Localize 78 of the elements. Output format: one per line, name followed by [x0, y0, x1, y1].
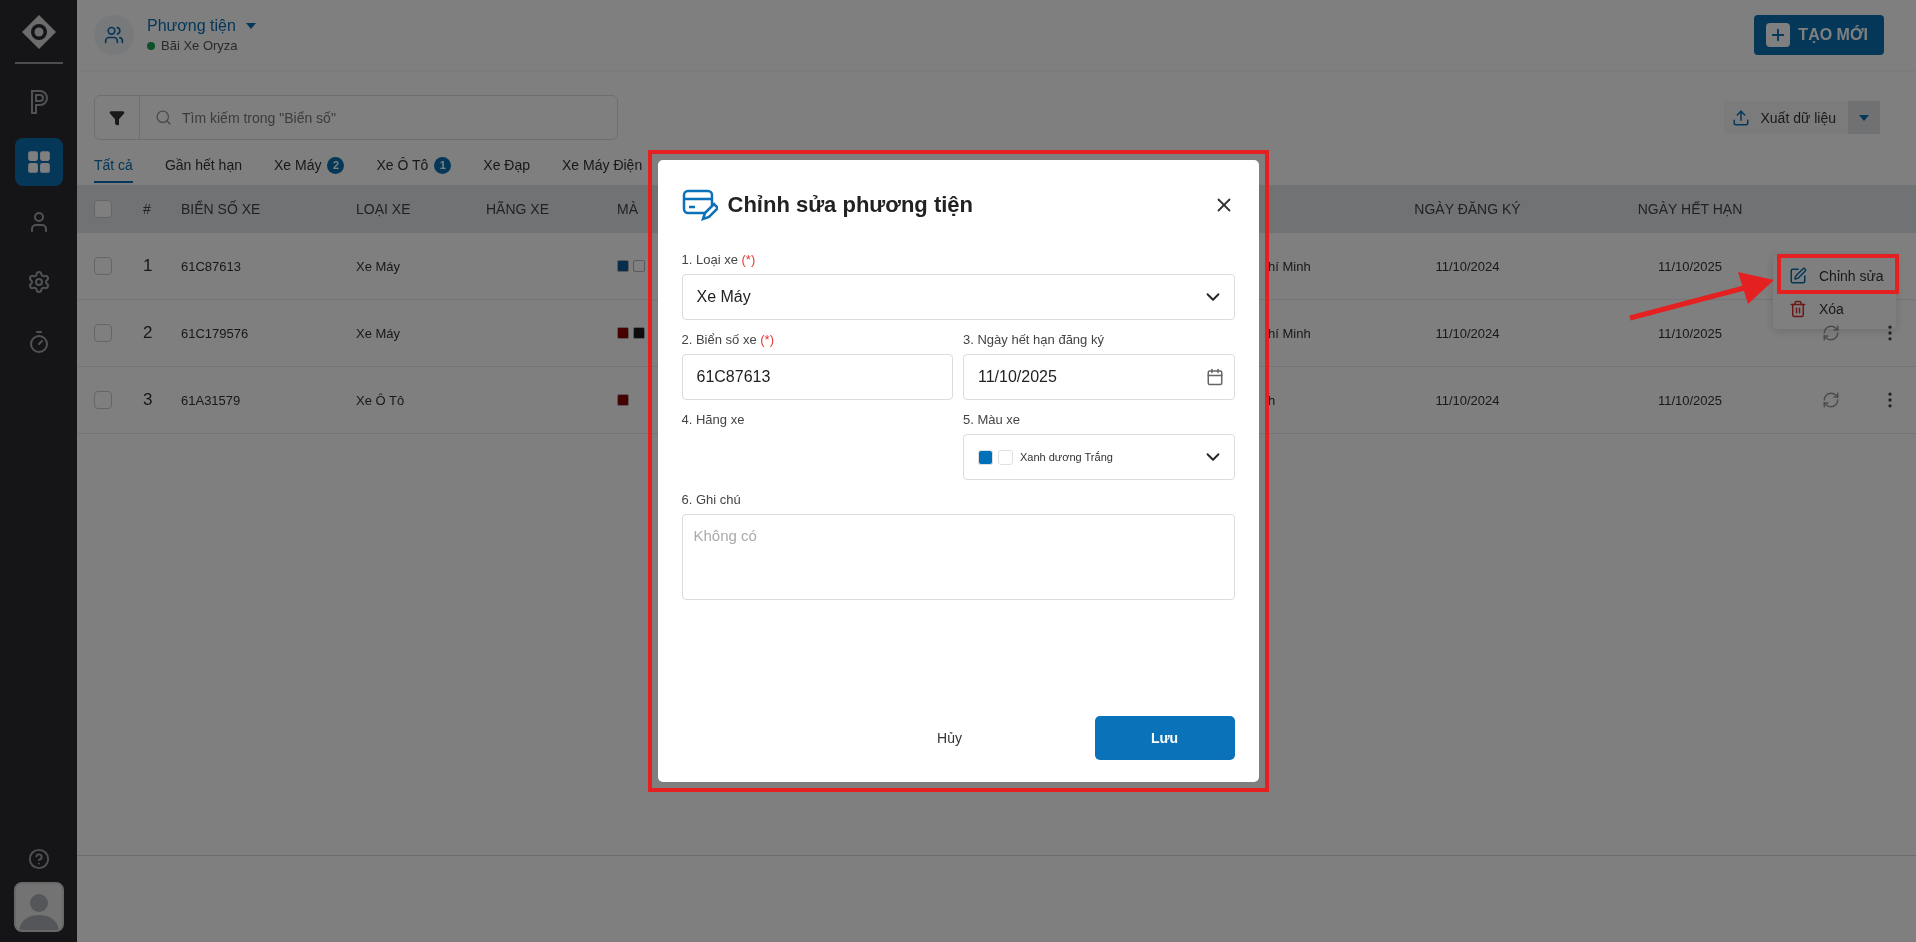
row-checkbox[interactable] — [94, 257, 112, 275]
table-cell-text: 11/10/2025 — [1656, 258, 1724, 274]
table-cell-text: Xe Ô Tô — [356, 392, 406, 408]
search-input-field[interactable]: Tìm kiếm trong "Biển số" — [172, 108, 617, 127]
search-field[interactable]: Tìm kiếm trong "Biển số" — [94, 95, 618, 140]
column-header: # — [143, 201, 151, 217]
tab[interactable]: Xe Ô Tô 1 — [376, 153, 452, 183]
tab[interactable]: Xe Máy Điện — [562, 153, 643, 183]
table-cell-text: 2 — [143, 323, 154, 343]
refresh-icon[interactable] — [1822, 324, 1840, 342]
table-cell-text: 61A31579 — [181, 392, 242, 408]
table-cell-text: hí Minh — [1268, 325, 1312, 341]
field-label: 3. Ngày hết hạn đăng ký — [963, 332, 1105, 347]
create-button[interactable]: TẠO MỚI — [1754, 15, 1884, 55]
tab[interactable]: Gần hết hạn — [164, 153, 242, 183]
refresh-icon[interactable] — [1822, 391, 1840, 409]
column-header: NGÀY HẾT HẠN — [1637, 201, 1743, 217]
caret-icon[interactable] — [245, 23, 256, 29]
table-cell-text: 1 — [143, 256, 154, 276]
date-field[interactable]: 11/10/2025 — [963, 354, 1235, 400]
settings-icon — [26, 270, 51, 294]
card-edit-icon — [681, 188, 718, 222]
table-cell-text: 11/10/2024 — [1434, 325, 1501, 341]
logo-icon — [20, 14, 57, 50]
table-cell-text: 61C87613 — [181, 258, 242, 274]
table-cell-text: 11/10/2025 — [1656, 325, 1724, 341]
status-dot — [147, 41, 155, 50]
dialog-title: Chỉnh sửa phương tiện — [727, 192, 973, 218]
plate-input-field[interactable]: 61C87613 — [681, 354, 953, 400]
table-cell-text: 3 — [143, 390, 154, 410]
export-menu-button[interactable] — [1848, 101, 1880, 134]
field-label: 1. Loại xe (*) — [681, 252, 757, 267]
table-cell-text: h — [1268, 392, 1277, 408]
tab[interactable]: Xe Đạp — [483, 153, 531, 183]
field-label: 5. Màu xe — [963, 412, 1022, 427]
field-label: 2. Biển số xe (*) — [681, 332, 775, 347]
column-header: MÀ — [617, 201, 638, 217]
trash-icon — [1789, 299, 1807, 318]
plus-icon — [1766, 23, 1791, 47]
row-checkbox[interactable] — [94, 391, 112, 409]
caret-icon — [1859, 114, 1869, 121]
edit-icon — [1789, 266, 1807, 285]
tab[interactable]: Tất cả — [94, 153, 133, 183]
export-button[interactable]: Xuất dữ liệu — [1724, 101, 1848, 134]
save-button[interactable]: Lưu — [1094, 716, 1235, 760]
table-cell-text: 11/10/2024 — [1434, 258, 1501, 274]
grid-icon — [25, 149, 52, 175]
calendar-icon — [1205, 368, 1224, 386]
parking-lot-name: Bãi Xe Oryza — [161, 38, 238, 53]
vehicle-group-icon — [94, 15, 134, 55]
table-cell-text: 61C179576 — [181, 325, 250, 341]
table-cell-text: 11/10/2024 — [1434, 392, 1501, 408]
select-all-checkbox[interactable] — [94, 200, 112, 218]
color-names: Xanh dương Trắng — [1020, 451, 1113, 463]
field-label: 6. Ghi chú — [681, 492, 742, 507]
filter-icon — [109, 109, 125, 126]
avatar[interactable] — [13, 882, 64, 932]
field-label: 4. Hãng xe — [681, 412, 746, 427]
vehicle-type-select[interactable]: Xe Máy — [681, 274, 1235, 320]
table-cell-text: Xe Máy — [356, 258, 402, 274]
menu-item[interactable]: Xóa — [1773, 292, 1896, 325]
table-cell-text: 11/10/2025 — [1656, 392, 1724, 408]
upload-icon — [1732, 108, 1751, 127]
column-header: LOẠI XE — [356, 201, 411, 217]
page-title[interactable]: Phương tiện — [147, 17, 236, 35]
sidebar-item[interactable] — [14, 138, 63, 186]
column-header: BIỂN SỐ XE — [181, 201, 261, 217]
search-icon — [155, 109, 172, 126]
row-checkbox[interactable] — [94, 324, 112, 342]
cancel-button[interactable]: Hủy — [879, 716, 1020, 760]
color-select[interactable]: Xanh dương Trắng — [963, 434, 1235, 480]
column-header: NGÀY ĐĂNG KÝ — [1414, 201, 1521, 217]
note-field[interactable]: Không có — [681, 514, 1235, 600]
column-header: HÃNG XE — [486, 201, 549, 217]
help-icon[interactable] — [27, 848, 50, 870]
table-cell-text: Xe Máy — [356, 325, 402, 341]
table-cell-text: hí Minh — [1268, 258, 1312, 274]
tab[interactable]: Xe Máy 2 — [273, 153, 345, 183]
